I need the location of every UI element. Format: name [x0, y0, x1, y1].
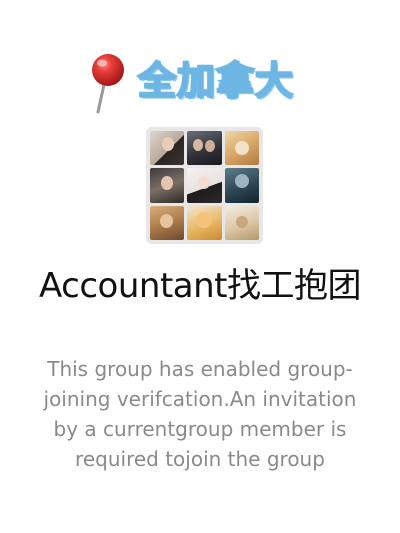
- group-name: Accountant找工抱团: [39, 266, 362, 306]
- member-avatar: [187, 131, 222, 166]
- verification-notice: This group has enabled group- joining ve…: [30, 354, 370, 474]
- member-avatar: [224, 205, 259, 240]
- map-pin-icon: [92, 54, 124, 114]
- member-avatar: [150, 205, 185, 240]
- member-avatar: [224, 168, 259, 203]
- member-avatar: [187, 168, 222, 203]
- group-avatar[interactable]: [146, 127, 263, 244]
- notice-line: by a currentgroup member is: [53, 417, 347, 441]
- member-avatar: [150, 131, 185, 166]
- member-avatar: [150, 168, 185, 203]
- notice-line: joining verifcation.An invitation: [43, 387, 357, 411]
- location-label: 全加拿大: [137, 58, 295, 104]
- location-banner: 全加拿大: [0, 50, 400, 120]
- notice-line: This group has enabled group-: [47, 357, 353, 381]
- member-avatar: [187, 205, 222, 240]
- notice-line: required tojoin the group: [75, 447, 325, 471]
- member-avatar: [224, 131, 259, 166]
